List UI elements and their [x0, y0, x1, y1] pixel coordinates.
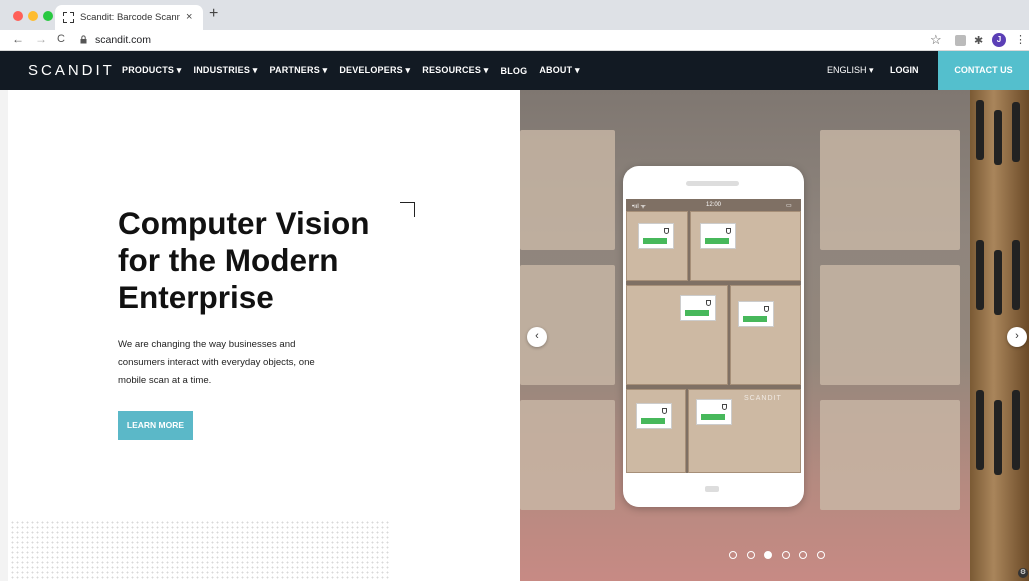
slider-dot-3[interactable]: [764, 551, 772, 559]
maximize-window-button[interactable]: [43, 11, 53, 21]
address-bar: ← → C scandit.com ☆ ✱ J ⋮: [0, 30, 1029, 51]
menu-item-blog[interactable]: BLOG: [501, 66, 528, 76]
hero-title: Computer Vision for the Modern Enterpris…: [118, 205, 370, 315]
gear-icon[interactable]: ⚙: [1018, 568, 1028, 578]
background-box: [520, 265, 615, 385]
scandit-logo[interactable]: SCANDIT: [28, 62, 115, 79]
dot-pattern-decoration: [10, 520, 390, 581]
bookmark-star-icon[interactable]: ☆: [930, 32, 942, 48]
slider-pagination: [729, 551, 834, 559]
slider-dot-2[interactable]: [746, 551, 755, 559]
phone-home-button: [705, 486, 719, 492]
language-selector[interactable]: ENGLISH ▾: [827, 65, 874, 76]
bottle: [1012, 390, 1020, 470]
menu-item-resources[interactable]: RESOURCES ▾: [422, 65, 488, 76]
phone-time: 12:00: [706, 202, 722, 208]
background-box: [520, 400, 615, 510]
barcode-label: [638, 223, 674, 249]
battery-icon: ▭: [786, 203, 792, 209]
bottle: [976, 390, 984, 470]
barcode-label: [738, 301, 774, 327]
login-link[interactable]: LOGIN: [890, 65, 919, 75]
package-box: [730, 285, 801, 385]
menu-item-about[interactable]: ABOUT ▾: [539, 65, 579, 76]
tab-title: Scandit: Barcode Scanning So: [80, 12, 180, 23]
puzzle-extensions-icon[interactable]: ✱: [974, 34, 983, 47]
barcode-label: [696, 399, 732, 425]
signal-icon: •ııl ᯤ: [632, 204, 646, 210]
url-input[interactable]: scandit.com: [95, 34, 151, 46]
menu-item-industries[interactable]: INDUSTRIES ▾: [194, 65, 258, 76]
extension-icon[interactable]: [955, 35, 966, 46]
bottle: [994, 250, 1002, 315]
menu-item-partners[interactable]: PARTNERS ▾: [269, 65, 327, 76]
browser-tab[interactable]: Scandit: Barcode Scanning So ×: [55, 5, 203, 30]
close-window-button[interactable]: [13, 11, 23, 21]
bottle: [994, 400, 1002, 475]
minimize-window-button[interactable]: [28, 11, 38, 21]
main-menu: PRODUCTS ▾ INDUSTRIES ▾ PARTNERS ▾ DEVEL…: [122, 51, 592, 90]
bottle: [1012, 240, 1020, 310]
new-tab-button[interactable]: +: [209, 6, 218, 22]
hero-text-panel: Computer Vision for the Modern Enterpris…: [0, 90, 520, 581]
learn-more-button[interactable]: LEARN MORE: [118, 411, 193, 440]
slider-next-button[interactable]: ›: [1007, 327, 1027, 347]
slider-dot-6[interactable]: [816, 551, 825, 559]
scanner-watermark: SCANDIT: [744, 395, 782, 402]
profile-avatar[interactable]: J: [992, 33, 1006, 47]
phone-mockup: •ııl ᯤ 12:00 ▭ SCANDIT: [623, 166, 804, 507]
background-box: [820, 130, 960, 250]
slider-prev-button[interactable]: ‹: [527, 327, 547, 347]
package-box: [626, 389, 686, 473]
menu-item-developers[interactable]: DEVELOPERS ▾: [339, 65, 410, 76]
barcode-label: [700, 223, 736, 249]
site-header: SCANDIT PRODUCTS ▾ INDUSTRIES ▾ PARTNERS…: [0, 51, 1029, 90]
reload-button[interactable]: C: [57, 33, 65, 45]
forward-button[interactable]: →: [35, 32, 47, 46]
scandit-favicon-icon: [63, 12, 74, 23]
barcode-label: [636, 403, 672, 429]
back-button[interactable]: ←: [12, 32, 24, 46]
background-box: [820, 265, 960, 385]
lock-icon: [80, 35, 87, 44]
slider-dot-5[interactable]: [799, 551, 807, 559]
contact-us-button[interactable]: CONTACT US: [938, 51, 1029, 90]
phone-speaker: [686, 181, 739, 186]
menu-item-products[interactable]: PRODUCTS ▾: [122, 65, 182, 76]
phone-screen: •ııl ᯤ 12:00 ▭ SCANDIT: [626, 199, 801, 473]
bottle: [976, 240, 984, 310]
browser-menu-icon[interactable]: ⋮: [1015, 33, 1026, 46]
hero-image-slider: •ııl ᯤ 12:00 ▭ SCANDIT ‹ › ⚙: [520, 90, 1029, 581]
background-box: [520, 130, 615, 250]
hero-subtitle: We are changing the way businesses and c…: [118, 339, 315, 386]
browser-tab-bar: Scandit: Barcode Scanning So × +: [0, 0, 1029, 30]
background-box: [820, 400, 960, 510]
bottle: [976, 100, 984, 160]
bottle: [1012, 102, 1020, 162]
tab-close-icon[interactable]: ×: [186, 11, 192, 23]
slider-dot-1[interactable]: [729, 551, 737, 559]
barcode-label: [680, 295, 716, 321]
bottle: [994, 110, 1002, 165]
slider-dot-4[interactable]: [781, 551, 790, 559]
page-edge: [0, 90, 8, 581]
